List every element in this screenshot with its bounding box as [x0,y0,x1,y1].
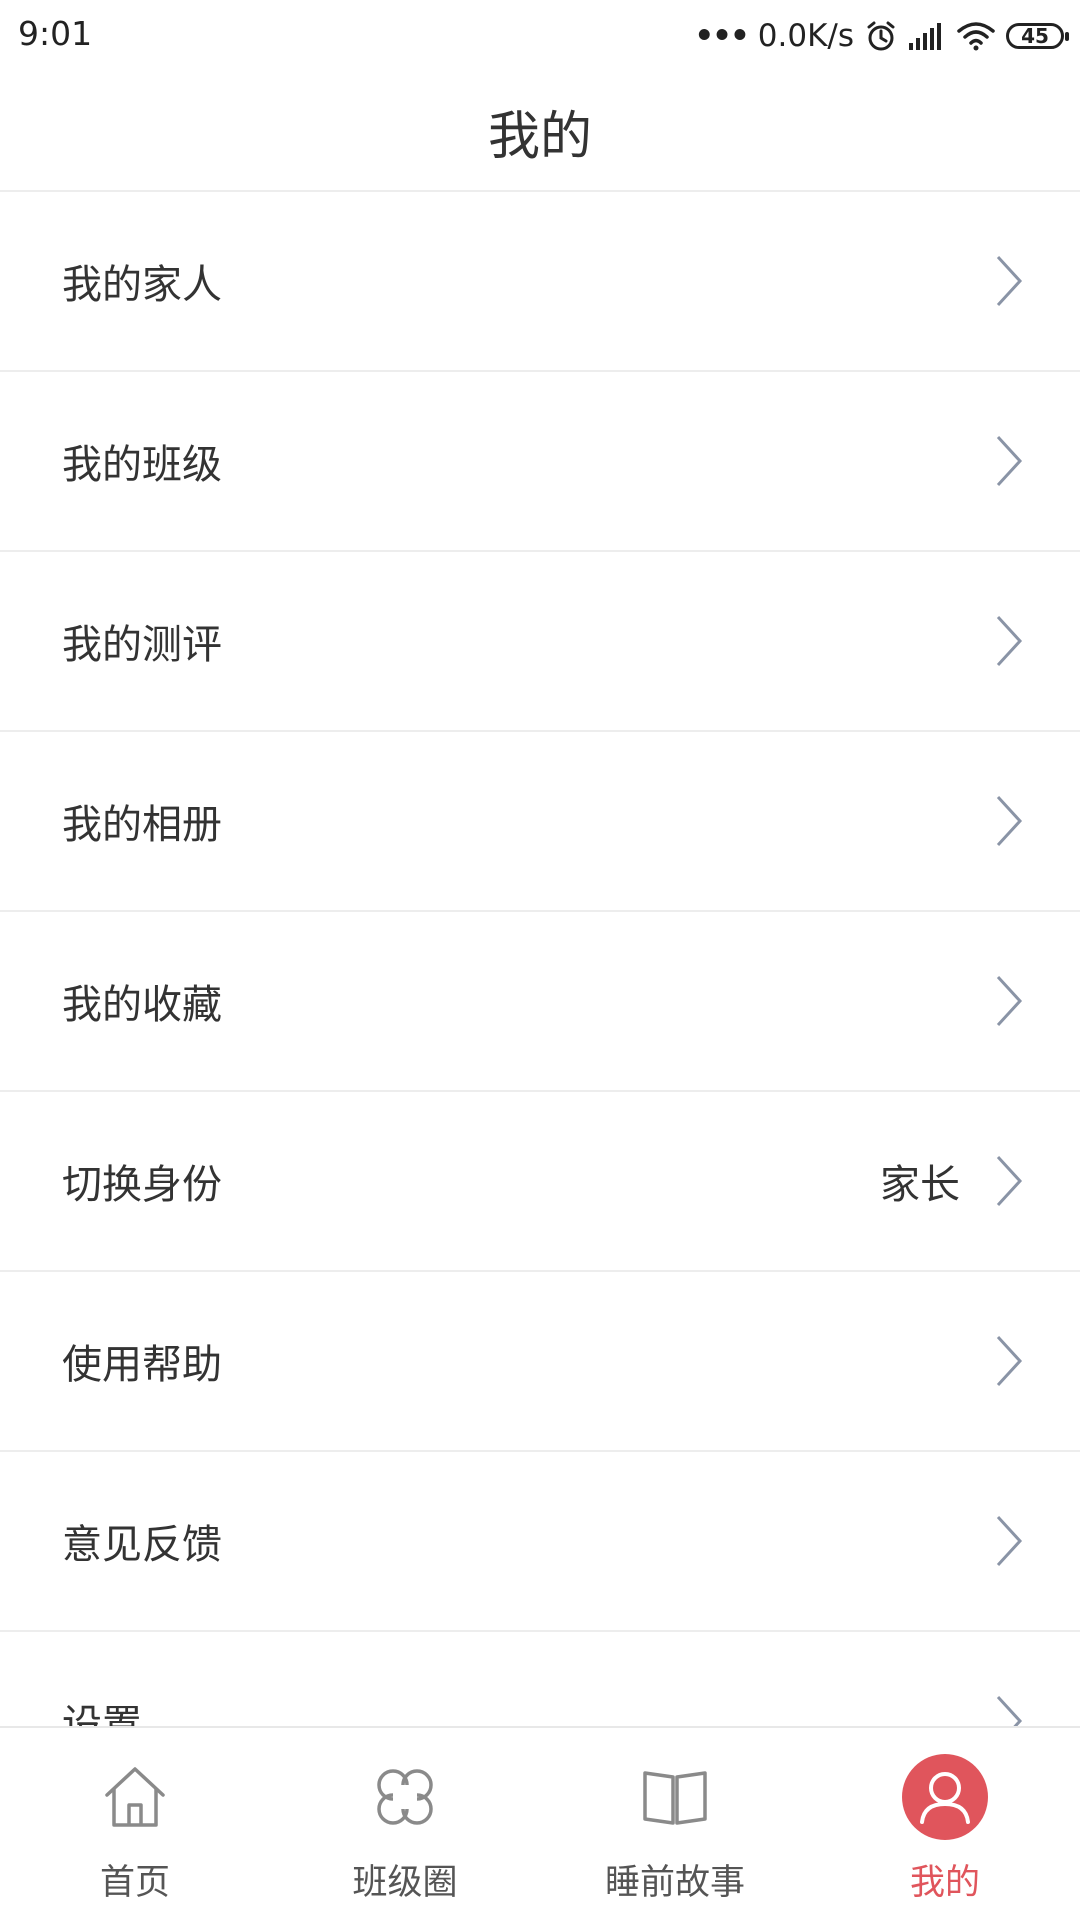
page-title: 我的 [487,106,592,167]
menu-item-album[interactable]: 我的相册 [0,732,1080,912]
chevron-right-icon [996,255,1023,307]
book-icon [632,1754,718,1840]
chevron-right-icon [996,1695,1023,1726]
clover-icon [362,1754,448,1840]
status-icons: ••• 0.0K/s 45 [694,14,1069,58]
home-icon [92,1754,178,1840]
menu-item-label: 设置 [62,1702,142,1726]
chevron-right-icon [996,1515,1023,1567]
alarm-icon [867,21,895,51]
menu-item-label: 使用帮助 [62,1342,222,1388]
header: 我的 [0,72,1080,192]
menu-item-label: 我的相册 [62,802,222,848]
bottom-nav: 首页 班级圈 睡前故事 我的 [0,1726,1080,1920]
chevron-right-icon [996,615,1023,667]
nav-item-class-circle[interactable]: 班级圈 [270,1728,540,1920]
chevron-right-icon [996,1155,1023,1207]
menu-item-assessment[interactable]: 我的测评 [0,552,1080,732]
status-bar: 9:01 ••• 0.0K/s 45 [0,0,1080,72]
menu-item-label: 我的班级 [62,442,222,488]
menu-item-settings[interactable]: 设置 [0,1632,1080,1726]
more-dots: ••• [694,18,749,54]
nav-label: 班级圈 [352,1863,458,1903]
nav-label: 我的 [909,1863,980,1903]
nav-label: 首页 [99,1863,170,1903]
nav-item-bedtime-stories[interactable]: 睡前故事 [540,1728,810,1920]
nav-item-mine[interactable]: 我的 [810,1728,1080,1920]
app-screen: 9:01 ••• 0.0K/s 45 我的 我的家人 我的班级 我的测评 我的相… [0,0,1080,1920]
battery-icon: 45 [1006,23,1069,49]
menu-item-family[interactable]: 我的家人 [0,192,1080,372]
menu-item-label: 我的收藏 [62,982,222,1028]
menu-item-label: 我的测评 [62,622,222,668]
battery-level: 45 [1021,24,1049,48]
wifi-icon [957,22,995,51]
chevron-right-icon [996,795,1023,847]
chevron-right-icon [996,975,1023,1027]
status-time: 9:01 [18,14,93,53]
menu-item-class[interactable]: 我的班级 [0,372,1080,552]
menu-item-label: 切换身份 [62,1162,222,1208]
nav-item-home[interactable]: 首页 [0,1728,270,1920]
menu-list: 我的家人 我的班级 我的测评 我的相册 我的收藏 切换身份 家长 使用帮助 意见… [0,192,1080,1726]
chevron-right-icon [996,435,1023,487]
current-identity-value: 家长 [880,1162,960,1208]
network-speed: 0.0K/s [757,18,854,54]
menu-item-help[interactable]: 使用帮助 [0,1272,1080,1452]
signal-icon [909,23,941,50]
nav-label: 睡前故事 [604,1863,745,1903]
user-icon [902,1754,988,1840]
menu-item-switch-identity[interactable]: 切换身份 家长 [0,1092,1080,1272]
menu-item-label: 意见反馈 [62,1522,222,1568]
chevron-right-icon [996,1335,1023,1387]
menu-item-feedback[interactable]: 意见反馈 [0,1452,1080,1632]
menu-item-favorites[interactable]: 我的收藏 [0,912,1080,1092]
menu-item-label: 我的家人 [62,262,222,308]
